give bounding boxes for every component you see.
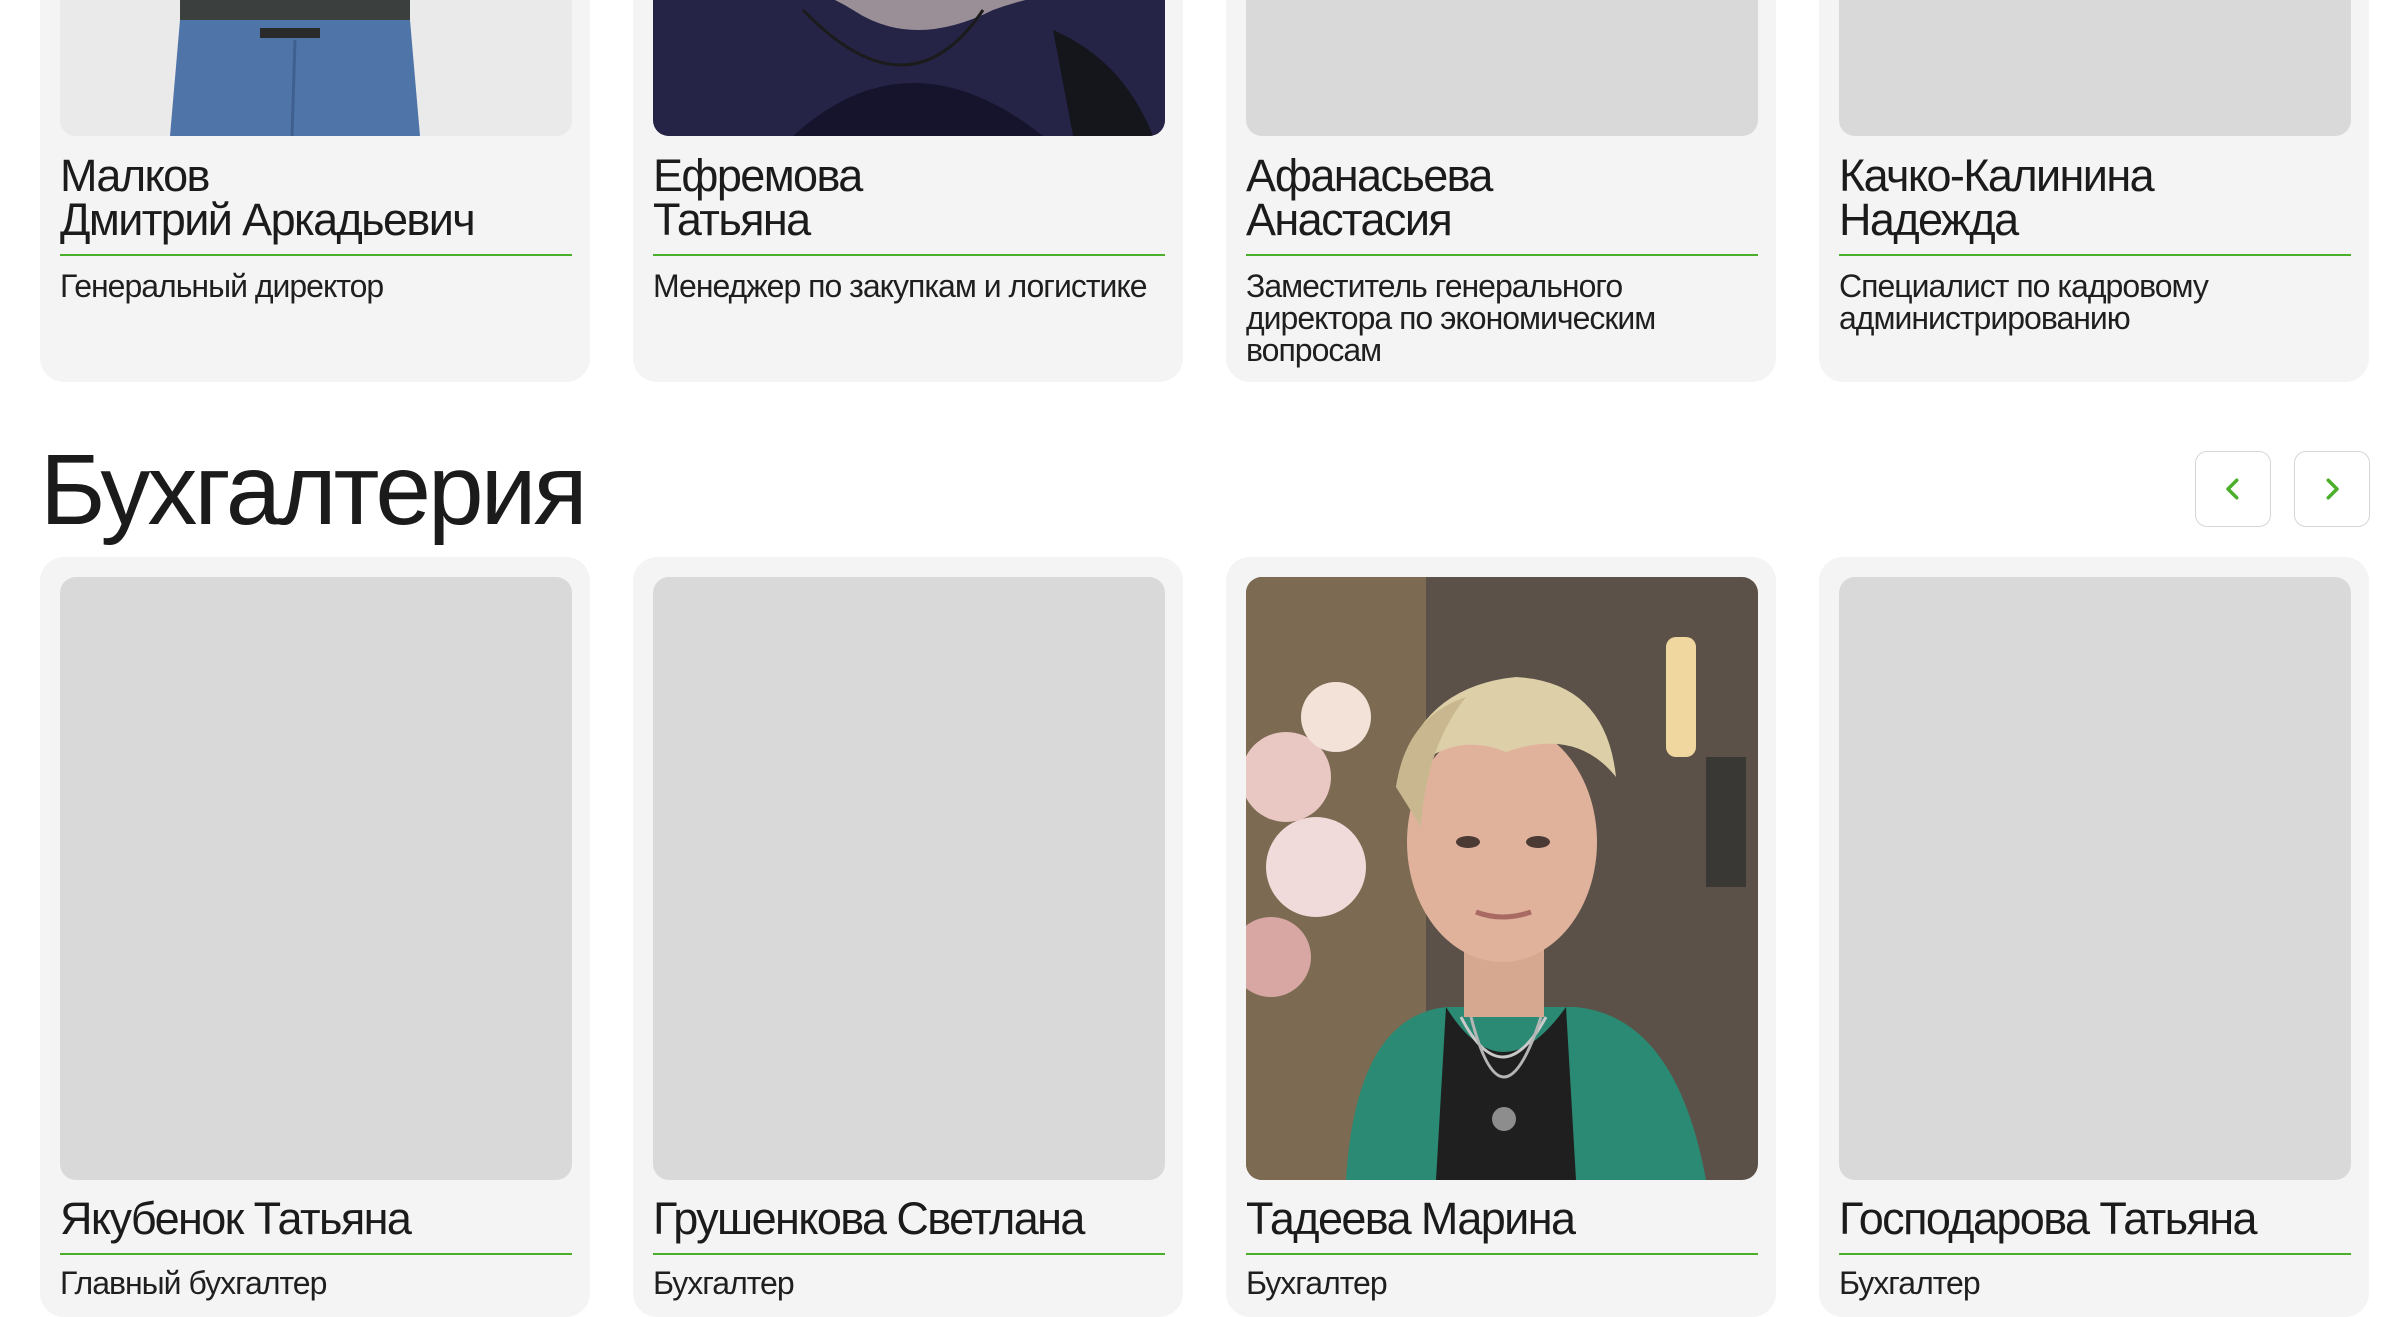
staff-role: Генеральный директор <box>60 268 384 304</box>
staff-card: Ефремова Татьяна Менеджер по закупкам и … <box>633 0 1183 382</box>
staff-name: Грушенкова Светлана <box>653 1193 1085 1244</box>
staff-name: Малков Дмитрий Аркадьевич <box>60 150 476 245</box>
staff-photo <box>60 0 572 136</box>
staff-role: Бухгалтер <box>1246 1265 1388 1301</box>
staff-photo-placeholder <box>1839 577 2351 1180</box>
staff-name: Господарова Татьяна <box>1839 1193 2258 1244</box>
staff-name: Тадеева Марина <box>1246 1193 1576 1244</box>
staff-photo-placeholder <box>1839 0 2351 136</box>
staff-photo <box>653 0 1165 136</box>
staff-role: Бухгалтер <box>1839 1265 1981 1301</box>
staff-card: Малков Дмитрий Аркадьевич Генеральный ди… <box>40 0 590 382</box>
staff-card: Тадеева Марина Бухгалтер <box>1226 557 1776 1317</box>
name-divider <box>1839 1253 2351 1255</box>
staff-name: Ефремова Татьяна <box>653 150 863 245</box>
name-divider <box>653 254 1165 256</box>
name-divider <box>1839 254 2351 256</box>
staff-name: Якубенок Татьяна <box>60 1193 412 1244</box>
carousel-next-button[interactable] <box>2294 451 2370 527</box>
staff-name: Качко-Калинина Надежда <box>1839 150 2155 245</box>
staff-card: Афанасьева Анастасия Заместитель генерал… <box>1226 0 1776 382</box>
staff-photo-placeholder <box>60 577 572 1180</box>
staff-card: Качко-Калинина Надежда Специалист по кад… <box>1819 0 2369 382</box>
staff-photo-placeholder <box>653 577 1165 1180</box>
staff-role: Бухгалтер <box>653 1265 795 1301</box>
chevron-left-icon <box>2226 478 2239 500</box>
staff-role: Заместитель генерального директора по эк… <box>1246 268 1656 368</box>
staff-card: Грушенкова Светлана Бухгалтер <box>633 557 1183 1317</box>
name-divider <box>653 1253 1165 1255</box>
name-divider <box>1246 1253 1758 1255</box>
section-title: Бухгалтерия <box>40 434 588 546</box>
staff-role: Менеджер по закупкам и логистике <box>653 268 1148 304</box>
staff-role: Главный бухгалтер <box>60 1265 327 1301</box>
name-divider <box>60 254 572 256</box>
staff-name: Афанасьева Анастасия <box>1246 150 1493 245</box>
staff-card: Якубенок Татьяна Главный бухгалтер <box>40 557 590 1317</box>
staff-photo-placeholder <box>1246 0 1758 136</box>
staff-card: Господарова Татьяна Бухгалтер <box>1819 557 2369 1317</box>
carousel-prev-button[interactable] <box>2195 451 2271 527</box>
staff-photo <box>1246 577 1758 1180</box>
chevron-right-icon <box>2326 478 2339 500</box>
name-divider <box>60 1253 572 1255</box>
name-divider <box>1246 254 1758 256</box>
staff-role: Специалист по кадровому администрировани… <box>1839 268 2209 336</box>
